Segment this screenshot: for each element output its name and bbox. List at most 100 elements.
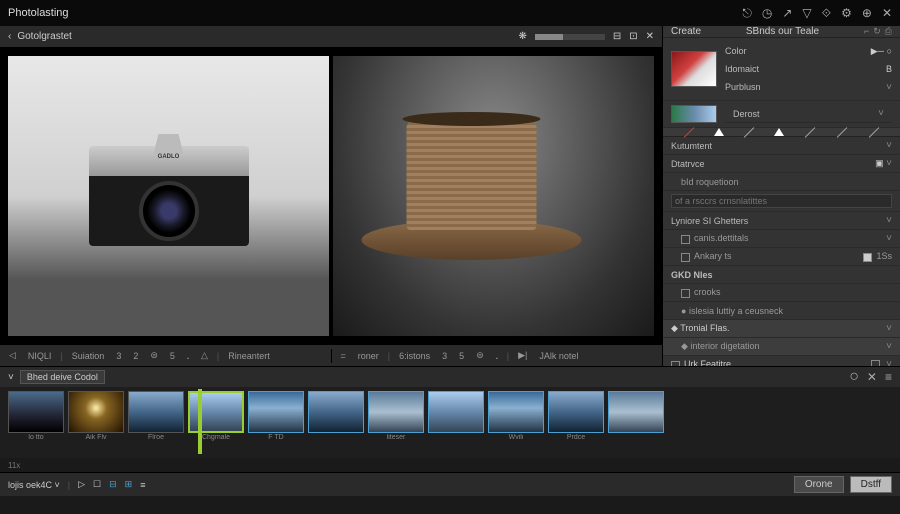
- chevron-down-icon[interactable]: ˅: [8, 372, 14, 383]
- panel-close-icon[interactable]: ✕: [646, 31, 654, 42]
- tb-suiation[interactable]: Suiation: [69, 350, 108, 362]
- curve-editor[interactable]: [663, 128, 900, 137]
- chevron-down-icon[interactable]: ˅: [886, 233, 892, 244]
- prev-icon[interactable]: ◁: [6, 349, 19, 362]
- slash-icon: [869, 127, 880, 138]
- tb-circle-icon[interactable]: ⊜: [147, 349, 161, 362]
- playhead[interactable]: [198, 389, 202, 454]
- preview-left[interactable]: GADLO: [8, 56, 329, 336]
- thumbnail[interactable]: [308, 391, 364, 434]
- tab-create[interactable]: Create: [671, 26, 701, 37]
- main: ‹ Gotolgrastet ❋ ⊟ ⊡ ✕ GADLO: [0, 26, 900, 366]
- chevron-down-icon[interactable]: ˅: [886, 158, 892, 169]
- slash-icon: [684, 127, 695, 138]
- wand-icon[interactable]: ⟐: [822, 6, 831, 21]
- link-icon[interactable]: ⌐: [864, 26, 869, 37]
- preview-right[interactable]: [333, 56, 654, 336]
- titlebar-icons: ⎋ ◷ ↗ ▽ ⟐ ⚙ ⊕ ✕: [742, 6, 892, 21]
- triangle-icon[interactable]: [714, 128, 724, 136]
- settings-icon[interactable]: ⚙: [841, 6, 852, 21]
- next-icon[interactable]: ▶|: [515, 349, 530, 362]
- thumbnail[interactable]: Wvili: [488, 391, 544, 441]
- gkd-label: GKD Nles: [671, 270, 713, 280]
- chevron-down-icon[interactable]: ˅: [886, 215, 892, 226]
- expand-icon[interactable]: ⊡: [629, 31, 637, 42]
- thumbnail[interactable]: Chgmale: [188, 391, 244, 441]
- checkbox[interactable]: [681, 289, 690, 298]
- tb-mark: ᎐: [184, 349, 192, 363]
- view2-icon[interactable]: ⊞: [125, 479, 133, 490]
- back-icon[interactable]: ‹: [8, 31, 11, 42]
- tb-eq-icon[interactable]: =: [338, 350, 349, 362]
- chevron-down-icon[interactable]: ˅: [886, 359, 892, 366]
- filmstrip-dropdown[interactable]: Bhed deive Codol: [20, 370, 105, 384]
- thumbnail[interactable]: lo tto: [8, 391, 64, 441]
- thumbnail[interactable]: Aik Flv: [68, 391, 124, 441]
- tag-icon[interactable]: ↻: [873, 26, 881, 37]
- thumbnail[interactable]: [428, 391, 484, 434]
- sync-icon[interactable]: ⎋: [742, 6, 752, 21]
- dtatrvce-label: Dtatrvce: [671, 159, 705, 169]
- stop-icon[interactable]: ☐: [93, 479, 101, 490]
- flag-icon[interactable]: ▽: [802, 6, 811, 21]
- dstff-button[interactable]: Dstff: [850, 476, 892, 493]
- collapse-icon[interactable]: ⊟: [613, 31, 621, 42]
- search-input[interactable]: [671, 194, 892, 208]
- thumbnail[interactable]: liteser: [368, 391, 424, 441]
- tb-num: 3: [113, 350, 124, 362]
- chevron-down-icon[interactable]: ˅: [886, 140, 892, 151]
- color-swatch[interactable]: [671, 51, 717, 87]
- tb-istons[interactable]: 6:istons: [396, 350, 433, 362]
- checkbox[interactable]: [863, 253, 872, 262]
- thumbnail[interactable]: Flroe: [128, 391, 184, 441]
- checkbox[interactable]: [681, 235, 690, 244]
- tb-jalk[interactable]: JAlk notel: [536, 350, 581, 362]
- tronial-label[interactable]: Tronial Flas.: [680, 323, 729, 333]
- clear-icon[interactable]: ✕: [867, 370, 877, 384]
- clock-icon[interactable]: ◷: [762, 6, 772, 21]
- islesia-label: islesia luttiy a ceusneck: [689, 306, 783, 316]
- orone-button[interactable]: Orone: [794, 476, 844, 493]
- chevron-down-icon[interactable]: ˅: [886, 341, 892, 352]
- camera-brand: GADLO: [158, 154, 180, 160]
- purblusn-label: Purblusn: [725, 82, 761, 92]
- slash-icon: [804, 127, 815, 138]
- tb-tri-icon[interactable]: △: [198, 349, 211, 362]
- filmstrip-header: ˅ Bhed deive Codol ○ ✕ ≡: [0, 367, 900, 387]
- color-value[interactable]: ▶─ ○: [871, 46, 892, 57]
- filmstrip-thumbs[interactable]: lo ttoAik FlvFlroeChgmaleF TD liteser Wvil…: [0, 387, 900, 458]
- tb-rineantert[interactable]: Rineantert: [225, 350, 273, 362]
- subheader: ‹ Gotolgrastet ❋ ⊟ ⊡ ✕: [0, 26, 662, 48]
- menu-icon[interactable]: ≡: [885, 370, 892, 384]
- list-icon[interactable]: ≡: [140, 480, 145, 490]
- thumbnail[interactable]: F TD: [248, 391, 304, 441]
- ankary-label: Ankary ts: [694, 251, 732, 261]
- app-title: Photolasting: [8, 7, 69, 19]
- record-icon[interactable]: ○: [849, 368, 859, 386]
- thumbnail[interactable]: Prdce: [548, 391, 604, 441]
- view1-icon[interactable]: ⊟: [109, 479, 117, 490]
- chevron-down-icon[interactable]: ˅: [878, 108, 884, 119]
- interior-label[interactable]: interior digetation: [690, 341, 759, 351]
- share-icon[interactable]: ↗: [782, 6, 792, 21]
- grid-icon[interactable]: ⊕: [862, 6, 872, 21]
- checkbox[interactable]: [681, 253, 690, 262]
- gradient-swatch[interactable]: [671, 105, 717, 123]
- footer-dropdown[interactable]: lojis oek4C ˅: [8, 480, 60, 490]
- panel-tabs: Create SBnds our Teale ⌐ ↻ ⎙: [663, 26, 900, 38]
- chevron-down-icon[interactable]: ˅: [886, 323, 892, 334]
- filmstrip: ˅ Bhed deive Codol ○ ✕ ≡ lo ttoAik FlvFl…: [0, 366, 900, 458]
- triangle-icon[interactable]: [774, 128, 784, 136]
- left-pane: ‹ Gotolgrastet ❋ ⊟ ⊡ ✕ GADLO: [0, 26, 662, 366]
- image-icon[interactable]: ▣: [875, 158, 884, 168]
- close-icon[interactable]: ✕: [882, 6, 892, 21]
- gear-icon[interactable]: ⎙: [885, 26, 892, 37]
- tb-circle-icon[interactable]: ⊜: [473, 349, 487, 362]
- chevron-down-icon[interactable]: ˅: [886, 82, 892, 93]
- tab-sbnds[interactable]: SBnds our Teale: [746, 26, 819, 37]
- thumbnail[interactable]: [608, 391, 664, 434]
- idomact-value: B: [886, 64, 892, 74]
- status-bar: 11x: [0, 458, 900, 472]
- play-icon[interactable]: ▷: [78, 479, 85, 490]
- color-swatch-row: Color▶─ ○ IdomaictB Purblusn˅: [663, 38, 900, 101]
